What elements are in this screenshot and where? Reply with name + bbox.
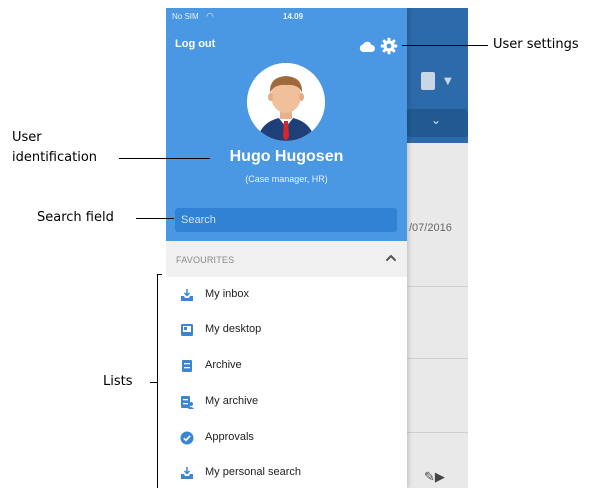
- list-item-label: Approvals: [205, 431, 254, 443]
- caret-down-icon: ▼: [444, 76, 452, 87]
- list-item-archive[interactable]: Archive: [166, 349, 407, 384]
- list-item-my-inbox[interactable]: My inbox: [166, 278, 407, 313]
- logout-button[interactable]: Log out: [175, 38, 215, 50]
- archive-icon: [182, 360, 192, 372]
- list-item-label: Archive: [205, 359, 242, 371]
- callout-line-lists: [150, 382, 157, 383]
- list-item-label: My archive: [205, 395, 259, 407]
- divider: [407, 432, 468, 433]
- desktop-icon: [181, 324, 193, 336]
- callout-line-search-field: [136, 218, 174, 219]
- inbox-icon: [181, 467, 193, 479]
- background-date: /07/2016: [409, 222, 452, 234]
- list-item-approvals[interactable]: Approvals: [166, 421, 407, 456]
- status-bar: No SIM ◠ 14.09: [172, 11, 404, 26]
- annotation-user-identification-line1: User: [12, 130, 42, 145]
- gear-icon[interactable]: [380, 37, 398, 55]
- carrier-label: No SIM: [172, 12, 199, 21]
- callout-bracket-lists-tick: [157, 274, 162, 275]
- clock: 14.09: [283, 12, 304, 21]
- chevron-down-icon: ⌄: [431, 113, 442, 127]
- list-item-label: My desktop: [205, 323, 262, 335]
- annotation-user-identification-line2: identification: [12, 150, 98, 165]
- favourites-header[interactable]: FAVOURITES: [166, 241, 407, 277]
- annotation-lists: Lists: [103, 374, 133, 389]
- check-circle-icon: [180, 431, 194, 445]
- share-icon: ✎▶: [424, 470, 445, 485]
- divider: [407, 286, 468, 287]
- list-item-my-desktop[interactable]: My desktop: [166, 313, 407, 348]
- divider: [407, 358, 468, 359]
- user-role: (Case manager, HR): [245, 174, 328, 184]
- annotation-user-settings: User settings: [493, 37, 579, 52]
- chevron-up-icon[interactable]: [385, 252, 397, 264]
- wifi-icon: ◠: [206, 11, 214, 21]
- inbox-icon: [181, 289, 193, 301]
- callout-bracket-lists: [157, 274, 158, 488]
- callout-line-user-identification: [119, 158, 210, 159]
- favourites-title: FAVOURITES: [176, 255, 235, 265]
- cloud-icon[interactable]: [359, 41, 375, 52]
- list-item-my-personal-search[interactable]: My personal search: [166, 456, 407, 488]
- list-item-label: My inbox: [205, 288, 250, 300]
- avatar: [247, 63, 325, 141]
- search-input[interactable]: [175, 208, 397, 232]
- annotation-search-field: Search field: [37, 210, 114, 225]
- navigation-drawer: No SIM ◠ 14.09 Log out Hugo Hugosen (Cas…: [166, 8, 407, 488]
- my-archive-icon: [181, 396, 194, 409]
- user-avatar-icon: [247, 63, 325, 141]
- callout-line-user-settings: [402, 45, 488, 46]
- list-item-my-archive[interactable]: My archive: [166, 385, 407, 420]
- drawer-header: No SIM ◠ 14.09 Log out Hugo Hugosen (Cas…: [166, 8, 407, 241]
- user-name: Hugo Hugosen: [229, 148, 344, 165]
- list-item-label: My personal search: [205, 466, 301, 478]
- document-icon: [421, 72, 435, 90]
- phone-screen: ▼ ⌄ /07/2016 ✎▶ No SIM ◠ 14.09 Log out H…: [166, 8, 468, 488]
